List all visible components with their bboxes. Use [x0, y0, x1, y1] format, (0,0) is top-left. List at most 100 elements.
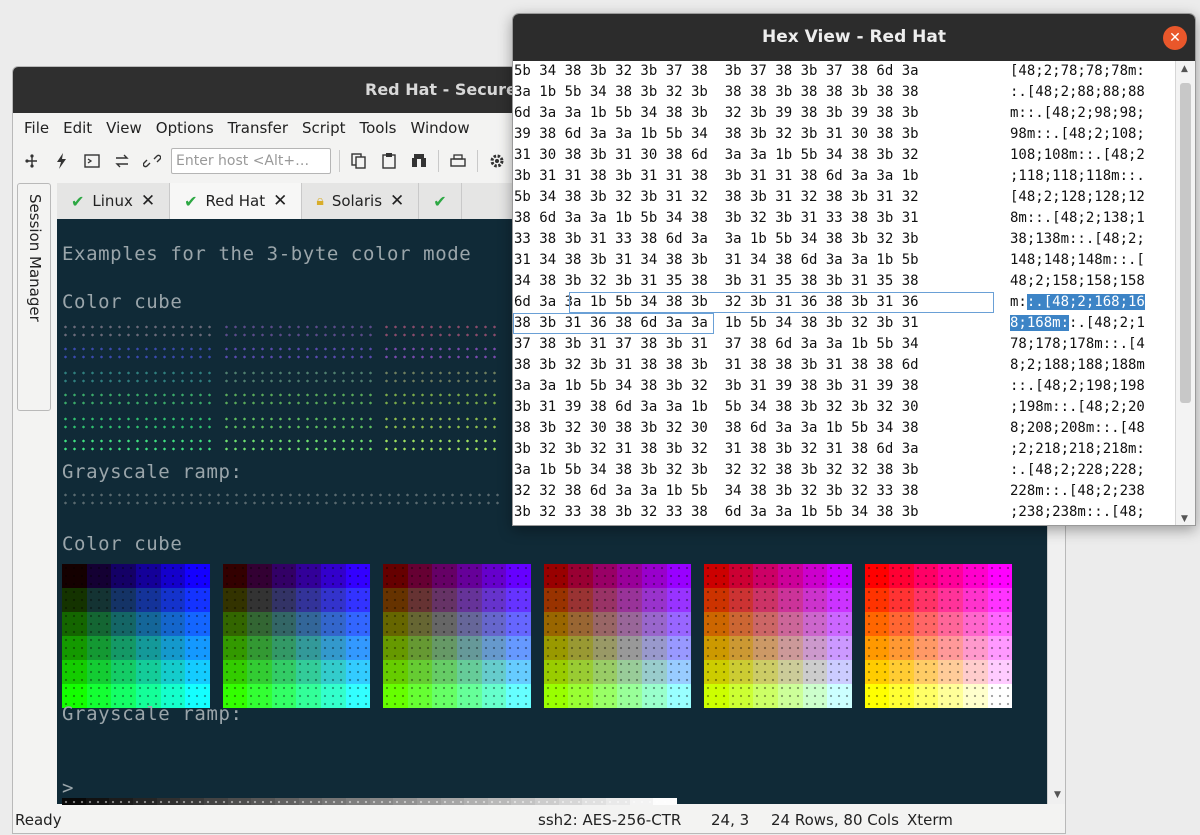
color-cell	[753, 636, 778, 660]
scroll-thumb[interactable]	[1180, 83, 1191, 403]
hex-scrollbar[interactable]: ▲ ▼	[1175, 61, 1195, 525]
menu-transfer[interactable]: Transfer	[221, 119, 295, 137]
settings-icon[interactable]	[486, 150, 508, 172]
disconnect-icon[interactable]	[141, 150, 163, 172]
scroll-down-icon[interactable]: ▼	[1181, 514, 1188, 524]
color-cell	[827, 636, 852, 660]
menu-options[interactable]: Options	[149, 119, 221, 137]
color-cell	[543, 612, 569, 636]
copy-icon[interactable]	[348, 150, 370, 172]
print-icon[interactable]	[447, 150, 469, 172]
color-cell	[642, 660, 667, 684]
color-cell	[383, 588, 408, 612]
menu-window[interactable]: Window	[403, 119, 476, 137]
palette-dots	[222, 437, 372, 453]
hex-row: 5b 34 38 3b 32 3b 37 38 3b 37 38 3b 37 3…	[513, 61, 1177, 82]
hex-row: 38 3b 32 3b 31 38 38 3b 31 38 38 3b 31 3…	[513, 355, 1177, 376]
color-cell	[481, 564, 507, 588]
hex-row: 37 38 3b 31 37 38 3b 31 37 38 6d 3a 3a 1…	[513, 334, 1177, 355]
close-icon[interactable]: ✕	[141, 191, 155, 211]
color-cell	[185, 660, 210, 684]
hex-dump[interactable]: 5b 34 38 3b 32 3b 37 38 3b 37 38 3b 37 3…	[513, 61, 1177, 525]
color-cell	[802, 660, 828, 684]
tab-partial[interactable]: ✔	[419, 183, 462, 219]
scroll-up-icon[interactable]: ▲	[1181, 64, 1188, 74]
hex-ascii: ::.[48;2;198;198	[1010, 378, 1145, 394]
color-cube-block	[704, 564, 852, 708]
close-icon[interactable]: ✕	[390, 191, 404, 211]
hex-bytes: 37 38 3b 31 37 38 3b 31 37 38 6d 3a 3a 1…	[514, 336, 919, 352]
hex-ascii-selection: 8;168m:	[1010, 315, 1070, 331]
color-cell	[666, 684, 692, 708]
color-cell	[271, 588, 297, 612]
session-manager-tab[interactable]: Session Manager	[17, 183, 51, 411]
color-cell	[222, 612, 248, 636]
menu-file[interactable]: File	[17, 119, 56, 137]
color-cell	[247, 612, 272, 636]
color-cube-block	[383, 564, 531, 708]
color-cell	[827, 612, 852, 636]
color-cell	[62, 660, 87, 684]
color-cell	[135, 564, 161, 588]
status-emulation: Xterm	[907, 811, 953, 829]
hex-bytes: 6d 3a 3a 1b 5b 34 38 3b 32 3b 39 38 3b 3…	[514, 105, 919, 121]
menu-view[interactable]: View	[99, 119, 149, 137]
color-cell	[135, 612, 161, 636]
color-cell	[481, 660, 507, 684]
color-cell	[185, 564, 210, 588]
color-cell	[456, 660, 482, 684]
menu-tools[interactable]: Tools	[353, 119, 404, 137]
tab-solaris[interactable]: 🔒︎ Solaris ✕	[302, 183, 420, 219]
color-cell	[506, 660, 531, 684]
connect-in-tab-icon[interactable]	[81, 150, 103, 172]
menu-script[interactable]: Script	[295, 119, 353, 137]
tab-label: Solaris	[331, 192, 383, 210]
color-cell	[345, 660, 371, 684]
color-cell	[777, 612, 803, 636]
hex-view-title: Hex View - Red Hat ✕	[513, 14, 1195, 61]
color-cell	[568, 564, 593, 588]
quick-connect-icon[interactable]	[51, 150, 73, 172]
hex-row: 38 6d 3a 3a 1b 5b 34 38 3b 32 3b 31 33 3…	[513, 208, 1177, 229]
toolbar-separator	[477, 150, 478, 172]
connect-icon[interactable]	[21, 150, 43, 172]
color-cell	[247, 564, 272, 588]
host-input[interactable]: Enter host <Alt+…	[171, 148, 331, 174]
reconnect-icon[interactable]	[111, 150, 133, 172]
color-cell	[506, 684, 531, 708]
color-cell	[938, 636, 964, 660]
color-cell	[753, 660, 778, 684]
color-cell	[704, 588, 729, 612]
color-cell	[864, 636, 890, 660]
color-cell	[913, 588, 939, 612]
palette-dots	[61, 491, 501, 507]
hex-row: 31 34 38 3b 31 34 38 3b 31 34 38 6d 3a 3…	[513, 250, 1177, 271]
tab-linux[interactable]: ✔ Linux ✕	[57, 183, 171, 219]
toolbar-separator	[438, 150, 439, 172]
palette-dots	[382, 345, 502, 361]
menu-edit[interactable]: Edit	[56, 119, 99, 137]
color-cell	[592, 660, 618, 684]
color-cell	[827, 684, 852, 708]
color-cell	[407, 612, 433, 636]
color-cell	[432, 684, 457, 708]
tab-label: Linux	[92, 192, 133, 210]
hex-ascii: 8;168m::.[48;2;1	[1010, 313, 1145, 334]
scroll-down-icon[interactable]: ▼	[1054, 790, 1061, 800]
hex-row: 3b 31 39 38 6d 3a 3a 1b 5b 34 38 3b 32 3…	[513, 397, 1177, 418]
close-icon[interactable]: ✕	[1163, 26, 1187, 50]
tab-red-hat[interactable]: ✔ Red Hat ✕	[170, 183, 303, 219]
hex-row: 3b 32 3b 32 31 38 3b 32 31 38 3b 32 31 3…	[513, 439, 1177, 460]
find-icon[interactable]	[408, 150, 430, 172]
color-cell	[407, 564, 433, 588]
paste-icon[interactable]	[378, 150, 400, 172]
color-cell	[543, 684, 569, 708]
color-cell	[62, 636, 87, 660]
close-icon[interactable]: ✕	[273, 191, 287, 211]
hex-row: 38 3b 32 30 38 3b 32 30 38 6d 3a 3a 1b 5…	[513, 418, 1177, 439]
color-cell	[407, 588, 433, 612]
hex-view-window: Hex View - Red Hat ✕ 5b 34 38 3b 32 3b 3…	[512, 13, 1196, 526]
color-cell	[247, 684, 272, 708]
color-cell	[383, 612, 408, 636]
color-cell	[753, 684, 778, 708]
